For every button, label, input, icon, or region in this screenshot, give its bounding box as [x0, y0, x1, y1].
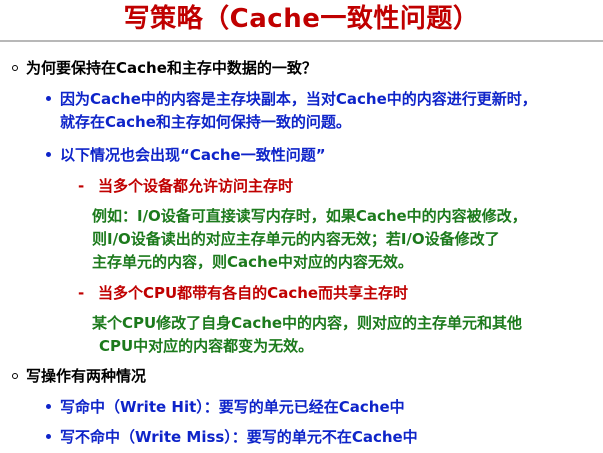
question-heading: 为何要保持在Cache和主存中数据的一致？: [26, 59, 317, 77]
dash-marker: -: [78, 177, 85, 195]
case-multiple-devices: 当多个设备都允许访问主存时: [98, 177, 294, 195]
dot-bullet-icon: [46, 404, 51, 409]
dot-bullet-icon: [46, 152, 51, 157]
circle-bullet-icon: [12, 65, 18, 71]
case-2-detail-line-2: CPU中对应的内容都变为无效。: [99, 337, 314, 355]
write-miss-item: 写不命中（Write Miss）：要写的单元不在Cache中: [60, 428, 418, 446]
slide-title: 写策略（Cache一致性问题）: [123, 4, 480, 34]
reason-line-1: 因为Cache中的内容是主存块副本，当对Cache中的内容进行更新时，: [60, 90, 537, 108]
dot-bullet-icon: [46, 96, 51, 101]
reason-line-2: 就存在Cache和主存如何保持一致的问题。: [60, 113, 351, 131]
case-1-detail-line-2: 则I/O设备读出的对应主存单元的内容无效；若I/O设备修改了: [92, 230, 500, 248]
write-cases-heading: 写操作有两种情况: [26, 367, 147, 385]
case-1-detail-line-3: 主存单元的内容，则Cache中对应的内容无效。: [92, 253, 413, 271]
write-hit-item: 写命中（Write Hit）：要写的单元已经在Cache中: [60, 398, 405, 416]
case-multiple-cpus: 当多个CPU都带有各自的Cache而共享主存时: [98, 284, 409, 302]
case-1-detail-line-1: 例如：I/O设备可直接读写内存时，如果Cache中的内容被修改，: [92, 207, 527, 225]
title-divider: [0, 40, 603, 42]
circle-bullet-icon: [12, 373, 18, 379]
dot-bullet-icon: [46, 434, 51, 439]
dash-marker: -: [78, 284, 85, 302]
cases-intro: 以下情况也会出现“Cache一致性问题”: [60, 146, 326, 164]
case-2-detail-line-1: 某个CPU修改了自身Cache中的内容，则对应的主存单元和其他: [92, 314, 523, 332]
